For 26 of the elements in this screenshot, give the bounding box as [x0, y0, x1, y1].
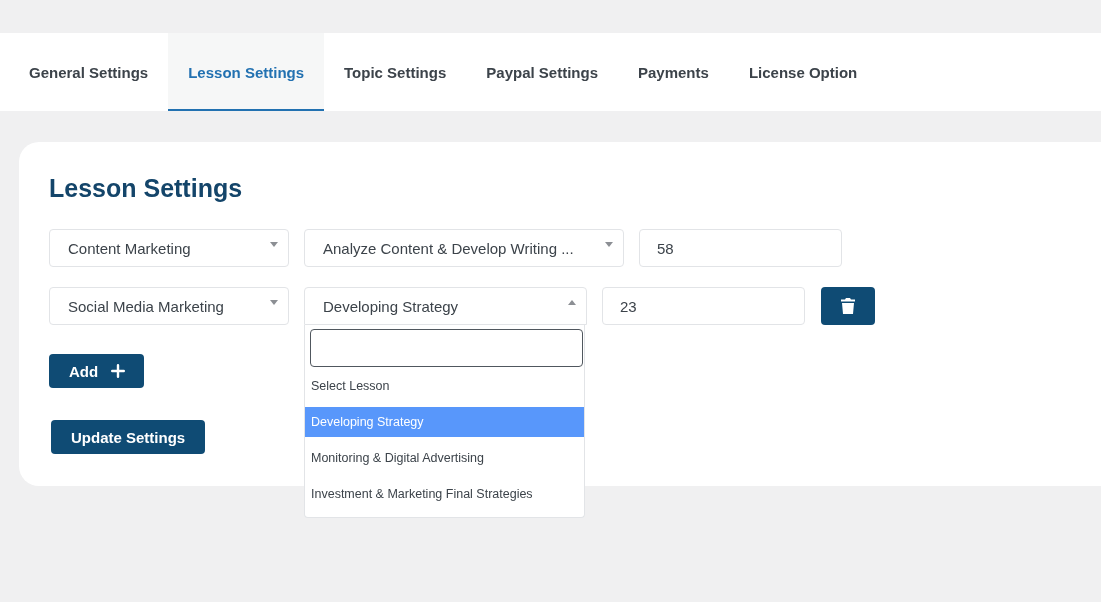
- number-field[interactable]: 58: [639, 229, 842, 267]
- dropdown-option[interactable]: Select Lesson: [305, 371, 584, 401]
- update-settings-button[interactable]: Update Settings: [51, 420, 206, 454]
- tab[interactable]: Topic Settings: [324, 33, 467, 111]
- select-dropdown[interactable]: Developing Strategy: [304, 287, 587, 325]
- plus-icon: [111, 364, 126, 378]
- caret-icon: [270, 299, 278, 305]
- delete-button[interactable]: [821, 287, 875, 325]
- tab[interactable]: Payments: [618, 33, 729, 111]
- search-field[interactable]: [310, 329, 583, 367]
- tab[interactable]: Paypal Settings: [466, 33, 618, 111]
- select-dropdown[interactable]: Analyze Content & Develop Writing ...: [304, 229, 624, 267]
- add-button[interactable]: Add: [49, 354, 145, 388]
- caret-icon: [270, 241, 278, 247]
- tab[interactable]: License Option: [728, 33, 878, 111]
- page-heading: Lesson Settings: [49, 173, 243, 204]
- caret-icon: [605, 241, 613, 247]
- dropdown-option[interactable]: Investment & Marketing Final Strategies: [305, 479, 584, 509]
- dropdown-option[interactable]: Monitoring & Digital Advertising: [305, 443, 584, 473]
- tab[interactable]: General Settings: [9, 33, 169, 111]
- trash-icon: [841, 298, 855, 314]
- tab[interactable]: Lesson Settings: [168, 33, 325, 111]
- number-field[interactable]: 23: [602, 287, 805, 325]
- select-dropdown[interactable]: Content Marketing: [49, 229, 289, 267]
- caret-icon: [568, 299, 576, 305]
- select-dropdown[interactable]: Social Media Marketing: [49, 287, 289, 325]
